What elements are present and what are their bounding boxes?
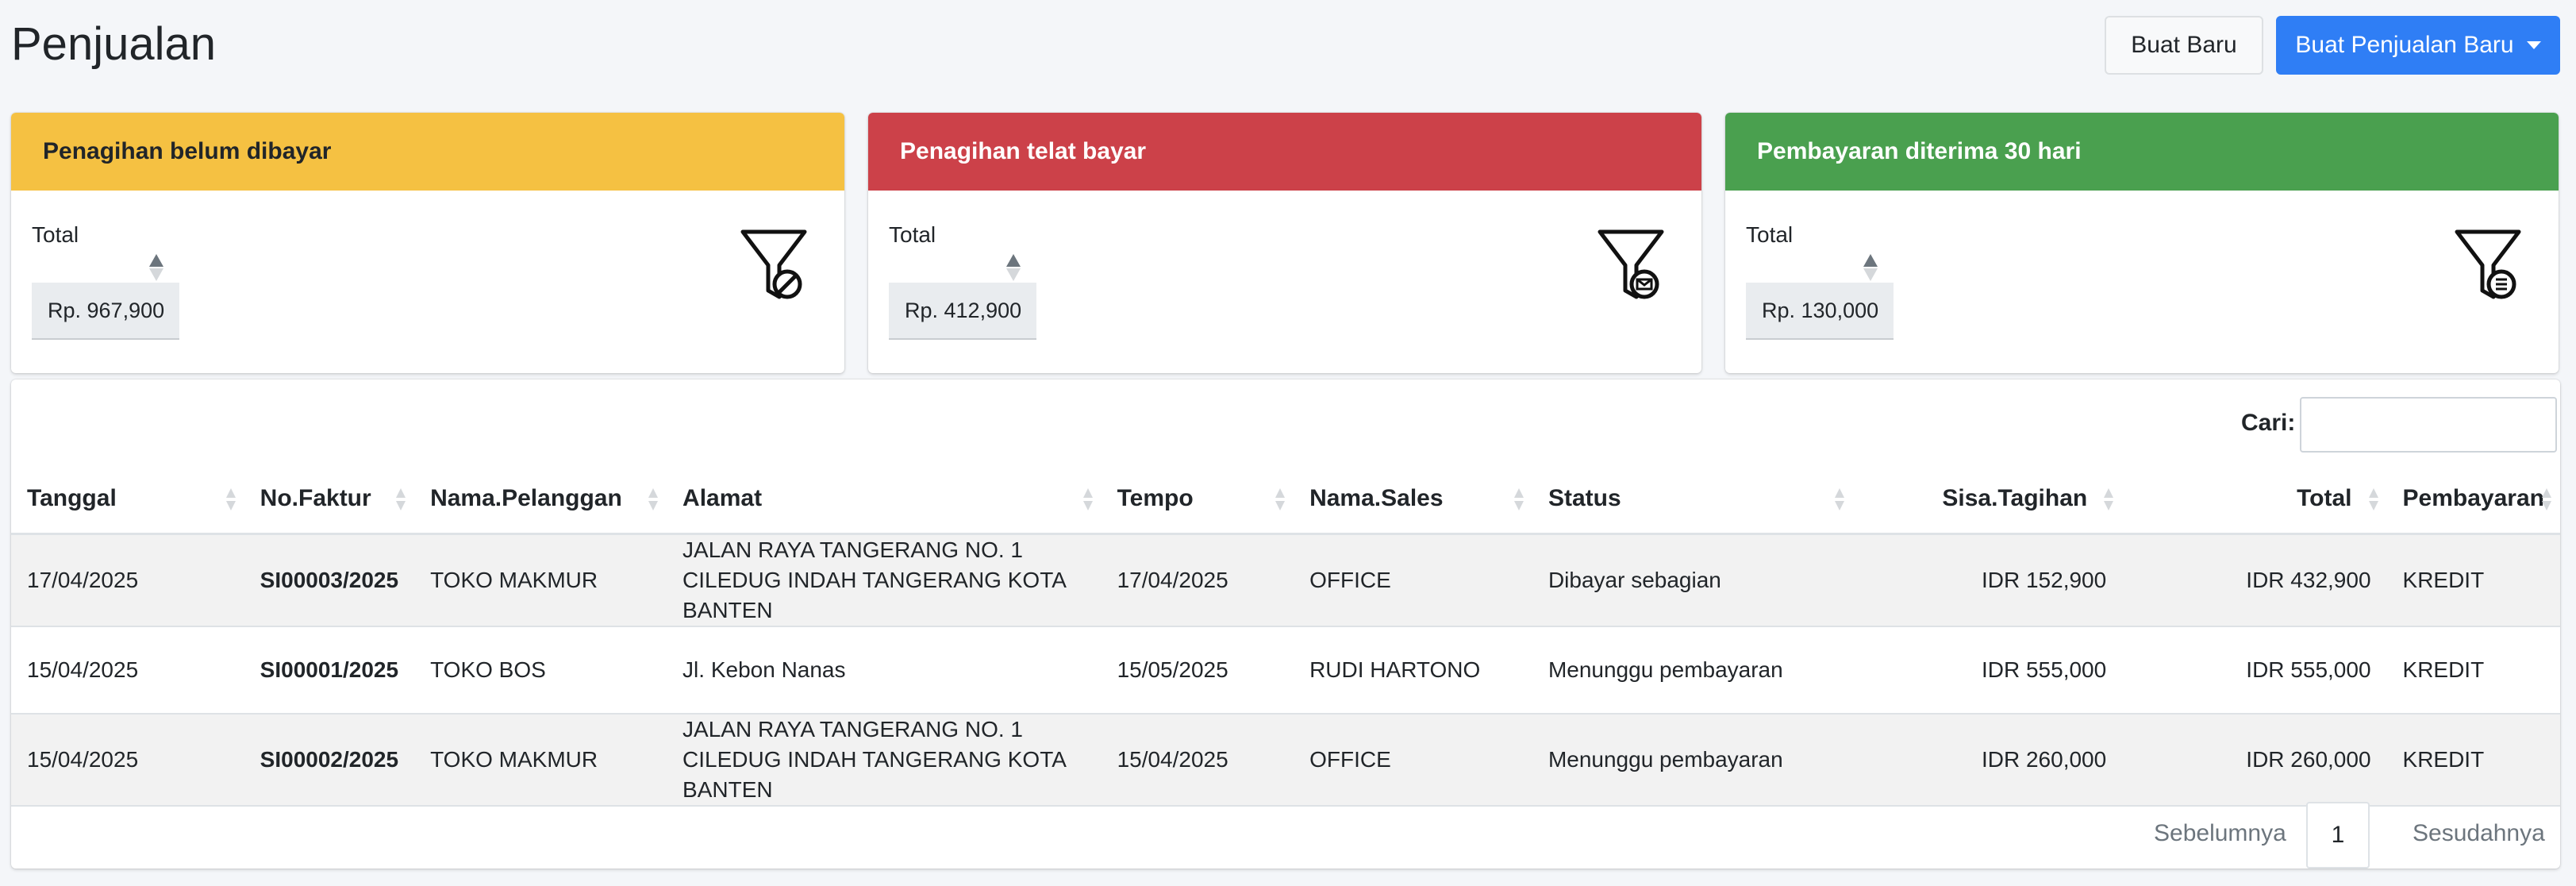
new-sale-button-label: Buat Penjualan Baru	[2295, 32, 2514, 58]
card-header: Pembayaran diterima 30 hari	[1725, 113, 2559, 191]
cell-sisa-tagihan: IDR 260,000	[1853, 713, 2123, 807]
column-header-pembayaran[interactable]: Pembayaran	[2386, 465, 2560, 535]
cell-alamat: JALAN RAYA TANGERANG NO. 1 CILEDUG INDAH…	[667, 534, 1102, 627]
cell-nama-sales: OFFICE	[1294, 534, 1532, 627]
sort-arrows-icon[interactable]	[1862, 252, 1879, 283]
cell-total: IDR 555,000	[2122, 626, 2387, 715]
cell-nama-sales: OFFICE	[1294, 713, 1532, 807]
filter-cancel-icon[interactable]	[740, 225, 808, 302]
column-header-label: Pembayaran	[2402, 485, 2544, 512]
cell-tempo: 15/05/2025	[1101, 626, 1294, 715]
card-overdue-invoices: Penagihan telat bayar Total Rp. 412,900	[868, 113, 1701, 373]
cell-tempo: 15/04/2025	[1101, 713, 1294, 807]
column-header-status[interactable]: Status	[1532, 465, 1854, 535]
table-row[interactable]: 15/04/2025 SI00002/2025 TOKO MAKMUR JALA…	[11, 713, 2560, 807]
sort-icon	[1835, 488, 1845, 510]
column-header-label: Status	[1548, 485, 1621, 512]
column-header-label: Tanggal	[27, 485, 117, 512]
column-header-label: Total	[2297, 485, 2352, 512]
column-header-alamat[interactable]: Alamat	[667, 465, 1102, 535]
sort-icon	[1275, 488, 1286, 510]
page-title: Penjualan	[11, 18, 216, 70]
card-title: Pembayaran diterima 30 hari	[1757, 138, 2082, 164]
caret-down-icon	[2526, 41, 2541, 49]
table-row[interactable]: 15/04/2025 SI00001/2025 TOKO BOS Jl. Keb…	[11, 626, 2560, 715]
pagination-previous[interactable]: Sebelumnya	[2154, 800, 2286, 867]
sort-icon	[2368, 488, 2378, 510]
sort-icon	[2542, 488, 2551, 510]
cell-pembayaran: KREDIT	[2386, 713, 2560, 807]
new-button[interactable]: Buat Baru	[2105, 16, 2263, 75]
cell-tempo: 17/04/2025	[1101, 534, 1294, 627]
cell-total: IDR 260,000	[2122, 713, 2387, 807]
column-header-label: No.Faktur	[260, 485, 371, 512]
search-input[interactable]	[2300, 397, 2557, 453]
sort-icon	[396, 488, 406, 510]
cell-no-faktur[interactable]: SI00002/2025	[244, 713, 415, 807]
cell-nama-pelanggan: TOKO BOS	[414, 626, 667, 715]
pagination-next[interactable]: Sesudahnya	[2413, 800, 2545, 867]
sort-icon	[2104, 488, 2114, 510]
cell-pembayaran: KREDIT	[2386, 534, 2560, 627]
total-label: Total	[32, 222, 79, 247]
column-header-label: Nama.Sales	[1309, 485, 1444, 512]
total-label: Total	[1746, 222, 1794, 247]
sales-table-panel: Cari: Tanggal No.Faktur Nama.Pelanggan A…	[11, 379, 2560, 869]
cell-tanggal: 17/04/2025	[11, 534, 244, 627]
cell-total: IDR 432,900	[2122, 534, 2387, 627]
card-header: Penagihan belum dibayar	[11, 113, 844, 191]
cell-sisa-tagihan: IDR 152,900	[1853, 534, 2123, 627]
cell-pembayaran: KREDIT	[2386, 626, 2560, 715]
sort-icon	[225, 488, 236, 510]
card-payments-received-30-days: Pembayaran diterima 30 hari Total Rp. 13…	[1725, 113, 2559, 373]
sales-table: Tanggal No.Faktur Nama.Pelanggan Alamat …	[11, 465, 2560, 807]
cell-status: Menunggu pembayaran	[1532, 713, 1854, 807]
card-unpaid-invoices: Penagihan belum dibayar Total Rp. 967,90…	[11, 113, 844, 373]
cell-alamat: Jl. Kebon Nanas	[667, 626, 1102, 715]
total-label: Total	[889, 222, 936, 247]
filter-list-icon[interactable]	[2454, 225, 2522, 302]
sort-arrows-icon[interactable]	[148, 252, 165, 283]
sort-arrows-icon[interactable]	[1005, 252, 1022, 283]
new-sale-dropdown-button[interactable]: Buat Penjualan Baru	[2276, 16, 2560, 75]
cell-nama-sales: RUDI HARTONO	[1294, 626, 1532, 715]
table-header-row: Tanggal No.Faktur Nama.Pelanggan Alamat …	[11, 465, 2560, 535]
sort-icon	[648, 488, 659, 510]
column-header-nama-sales[interactable]: Nama.Sales	[1294, 465, 1532, 535]
cell-status: Menunggu pembayaran	[1532, 626, 1854, 715]
cell-tanggal: 15/04/2025	[11, 713, 244, 807]
search-label: Cari:	[2241, 410, 2296, 436]
cell-status: Dibayar sebagian	[1532, 534, 1854, 627]
cell-alamat: JALAN RAYA TANGERANG NO. 1 CILEDUG INDAH…	[667, 713, 1102, 807]
cell-nama-pelanggan: TOKO MAKMUR	[414, 713, 667, 807]
cell-sisa-tagihan: IDR 555,000	[1853, 626, 2123, 715]
cell-tanggal: 15/04/2025	[11, 626, 244, 715]
filter-mail-icon[interactable]	[1597, 225, 1665, 302]
total-amount: Rp. 967,900	[32, 283, 179, 340]
cell-no-faktur[interactable]: SI00003/2025	[244, 534, 415, 627]
column-header-tempo[interactable]: Tempo	[1101, 465, 1294, 535]
sort-icon	[1082, 488, 1093, 510]
column-header-total[interactable]: Total	[2122, 465, 2387, 535]
total-amount: Rp. 412,900	[889, 283, 1036, 340]
column-header-label: Nama.Pelanggan	[430, 485, 622, 512]
column-header-no-faktur[interactable]: No.Faktur	[244, 465, 415, 535]
cell-nama-pelanggan: TOKO MAKMUR	[414, 534, 667, 627]
cell-no-faktur[interactable]: SI00001/2025	[244, 626, 415, 715]
sort-icon	[1513, 488, 1524, 510]
column-header-nama-pelanggan[interactable]: Nama.Pelanggan	[414, 465, 667, 535]
table-row[interactable]: 17/04/2025 SI00003/2025 TOKO MAKMUR JALA…	[11, 534, 2560, 627]
column-header-label: Tempo	[1117, 485, 1194, 512]
column-header-sisa-tagihan[interactable]: Sisa.Tagihan	[1853, 465, 2123, 535]
total-amount: Rp. 130,000	[1746, 283, 1894, 340]
card-header: Penagihan telat bayar	[868, 113, 1701, 191]
card-title: Penagihan belum dibayar	[43, 138, 332, 164]
column-header-label: Alamat	[682, 485, 763, 512]
column-header-label: Sisa.Tagihan	[1942, 485, 2088, 512]
column-header-tanggal[interactable]: Tanggal	[11, 465, 244, 535]
card-title: Penagihan telat bayar	[900, 138, 1147, 164]
pagination-page-1[interactable]: 1	[2306, 802, 2370, 869]
